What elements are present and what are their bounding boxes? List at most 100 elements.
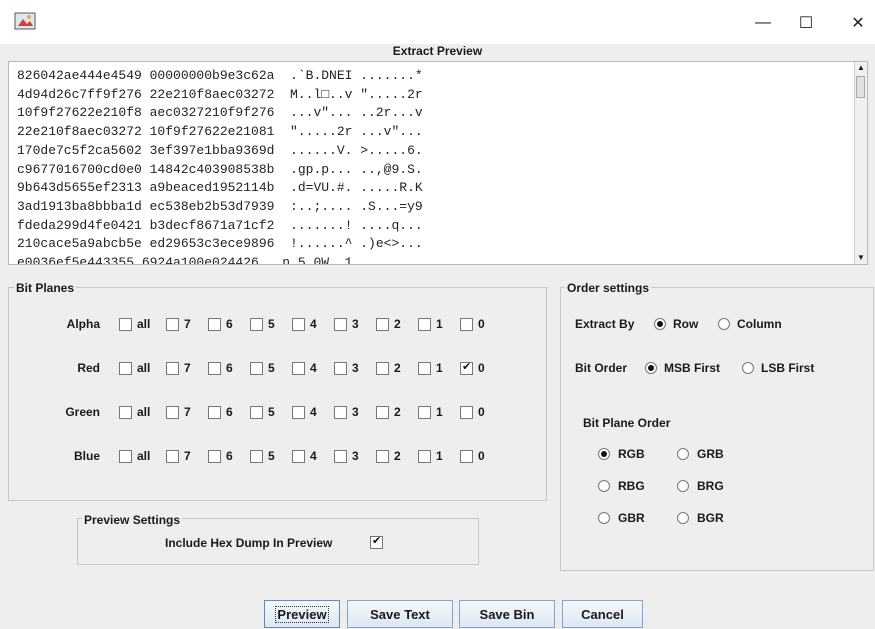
plane-order-grb-label[interactable]: GRB — [697, 447, 724, 461]
extract-by-column-radio[interactable] — [718, 318, 730, 330]
save-text-button[interactable]: Save Text — [347, 600, 453, 628]
alpha-bit-7-label[interactable]: 7 — [184, 317, 191, 331]
blue-bit-7-label[interactable]: 7 — [184, 449, 191, 463]
red-bit-6-checkbox[interactable] — [208, 362, 221, 375]
red-bit-3-checkbox[interactable] — [334, 362, 347, 375]
extract-by-column-label[interactable]: Column — [737, 317, 782, 331]
alpha-bit-3-checkbox[interactable] — [334, 318, 347, 331]
blue-bit-5-label[interactable]: 5 — [268, 449, 275, 463]
plane-order-rbg-label[interactable]: RBG — [618, 479, 645, 493]
green-bit-6-label[interactable]: 6 — [226, 405, 233, 419]
bit-order-msb-radio[interactable] — [645, 362, 657, 374]
alpha-bit-0-checkbox[interactable] — [460, 318, 473, 331]
scroll-up-arrow-icon[interactable]: ▲ — [857, 64, 865, 72]
green-bit-0-checkbox[interactable] — [460, 406, 473, 419]
green-bit-7-checkbox[interactable] — [166, 406, 179, 419]
red-bit-4-checkbox[interactable] — [292, 362, 305, 375]
green-bit-7-label[interactable]: 7 — [184, 405, 191, 419]
blue-bit-5-checkbox[interactable] — [250, 450, 263, 463]
green-bit-all-label[interactable]: all — [137, 405, 150, 419]
close-button[interactable]: ✕ — [840, 8, 875, 38]
scroll-down-arrow-icon[interactable]: ▼ — [857, 254, 865, 262]
red-bit-3-label[interactable]: 3 — [352, 361, 359, 375]
green-bit-2-label[interactable]: 2 — [394, 405, 401, 419]
alpha-bit-6-label[interactable]: 6 — [226, 317, 233, 331]
alpha-bit-6-checkbox[interactable] — [208, 318, 221, 331]
bit-order-lsb-label[interactable]: LSB First — [761, 361, 814, 375]
green-bit-2-checkbox[interactable] — [376, 406, 389, 419]
red-bit-5-checkbox[interactable] — [250, 362, 263, 375]
alpha-bit-7-checkbox[interactable] — [166, 318, 179, 331]
red-bit-0-checkbox[interactable] — [460, 360, 473, 375]
blue-bit-3-label[interactable]: 3 — [352, 449, 359, 463]
plane-order-rbg-radio[interactable] — [598, 480, 610, 492]
red-bit-2-checkbox[interactable] — [376, 362, 389, 375]
green-bit-5-label[interactable]: 5 — [268, 405, 275, 419]
green-bit-5-checkbox[interactable] — [250, 406, 263, 419]
red-bit-6-label[interactable]: 6 — [226, 361, 233, 375]
blue-bit-4-label[interactable]: 4 — [310, 449, 317, 463]
maximize-button[interactable]: ☐ — [788, 8, 824, 38]
green-bit-0-label[interactable]: 0 — [478, 405, 485, 419]
alpha-bit-4-label[interactable]: 4 — [310, 317, 317, 331]
plane-order-gbr-label[interactable]: GBR — [618, 511, 645, 525]
red-bit-7-label[interactable]: 7 — [184, 361, 191, 375]
alpha-bit-0-label[interactable]: 0 — [478, 317, 485, 331]
plane-order-rgb-radio[interactable] — [598, 448, 610, 460]
green-bit-6-checkbox[interactable] — [208, 406, 221, 419]
green-bit-3-label[interactable]: 3 — [352, 405, 359, 419]
blue-bit-2-checkbox[interactable] — [376, 450, 389, 463]
preview-button[interactable]: Preview — [264, 600, 340, 628]
plane-order-bgr-label[interactable]: BGR — [697, 511, 724, 525]
green-bit-4-checkbox[interactable] — [292, 406, 305, 419]
alpha-bit-all-label[interactable]: all — [137, 317, 150, 331]
scroll-thumb[interactable] — [856, 76, 865, 98]
alpha-bit-5-label[interactable]: 5 — [268, 317, 275, 331]
extract-preview-textarea[interactable]: 826042ae444e4549 00000000b9e3c62a .`B.DN… — [8, 61, 868, 265]
blue-bit-1-label[interactable]: 1 — [436, 449, 443, 463]
red-bit-1-checkbox[interactable] — [418, 362, 431, 375]
red-bit-all-checkbox[interactable] — [119, 362, 132, 375]
alpha-bit-2-checkbox[interactable] — [376, 318, 389, 331]
extract-by-row-radio[interactable] — [654, 318, 666, 330]
blue-bit-4-checkbox[interactable] — [292, 450, 305, 463]
green-bit-3-checkbox[interactable] — [334, 406, 347, 419]
cancel-button[interactable]: Cancel — [562, 600, 643, 628]
red-bit-1-label[interactable]: 1 — [436, 361, 443, 375]
red-bit-5-label[interactable]: 5 — [268, 361, 275, 375]
blue-bit-3-checkbox[interactable] — [334, 450, 347, 463]
blue-bit-2-label[interactable]: 2 — [394, 449, 401, 463]
blue-bit-7-checkbox[interactable] — [166, 450, 179, 463]
red-bit-all-label[interactable]: all — [137, 361, 150, 375]
alpha-bit-1-checkbox[interactable] — [418, 318, 431, 331]
plane-order-brg-radio[interactable] — [677, 480, 689, 492]
plane-order-rgb-label[interactable]: RGB — [618, 447, 645, 461]
save-bin-button[interactable]: Save Bin — [459, 600, 555, 628]
red-bit-0-label[interactable]: 0 — [478, 361, 485, 375]
plane-order-bgr-radio[interactable] — [677, 512, 689, 524]
blue-bit-0-label[interactable]: 0 — [478, 449, 485, 463]
plane-order-gbr-radio[interactable] — [598, 512, 610, 524]
red-bit-2-label[interactable]: 2 — [394, 361, 401, 375]
green-bit-1-label[interactable]: 1 — [436, 405, 443, 419]
plane-order-brg-label[interactable]: BRG — [697, 479, 724, 493]
alpha-bit-5-checkbox[interactable] — [250, 318, 263, 331]
blue-bit-6-checkbox[interactable] — [208, 450, 221, 463]
blue-bit-1-checkbox[interactable] — [418, 450, 431, 463]
alpha-bit-4-checkbox[interactable] — [292, 318, 305, 331]
extract-by-row-label[interactable]: Row — [673, 317, 698, 331]
green-bit-4-label[interactable]: 4 — [310, 405, 317, 419]
bit-order-msb-label[interactable]: MSB First — [664, 361, 720, 375]
green-bit-all-checkbox[interactable] — [119, 406, 132, 419]
alpha-bit-all-checkbox[interactable] — [119, 318, 132, 331]
preview-vertical-scrollbar[interactable]: ▲ ▼ — [854, 62, 867, 264]
minimize-button[interactable]: — — [745, 8, 781, 38]
plane-order-grb-radio[interactable] — [677, 448, 689, 460]
blue-bit-all-checkbox[interactable] — [119, 450, 132, 463]
red-bit-7-checkbox[interactable] — [166, 362, 179, 375]
hex-dump-label[interactable]: Include Hex Dump In Preview — [165, 536, 332, 550]
alpha-bit-3-label[interactable]: 3 — [352, 317, 359, 331]
hex-dump-checkbox[interactable] — [370, 534, 383, 549]
blue-bit-6-label[interactable]: 6 — [226, 449, 233, 463]
red-bit-4-label[interactable]: 4 — [310, 361, 317, 375]
